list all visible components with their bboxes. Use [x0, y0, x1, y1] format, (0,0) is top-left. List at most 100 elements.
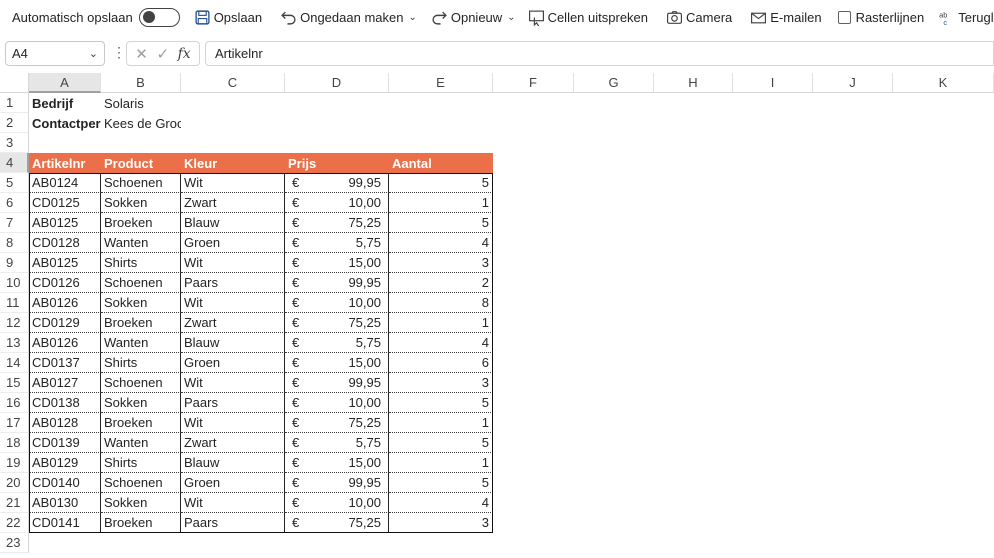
table-cell-prijs[interactable]: €15,00 [285, 453, 389, 473]
chevron-down-icon[interactable]: ⌄ [507, 12, 515, 23]
table-cell-artikelnr[interactable]: CD0128 [29, 233, 101, 253]
table-cell-product[interactable]: Schoenen [101, 273, 181, 293]
more-options-icon[interactable]: ⋮ [112, 44, 126, 61]
table-cell-artikelnr[interactable]: CD0138 [29, 393, 101, 413]
row-header[interactable]: 8 [0, 233, 29, 253]
table-cell-prijs[interactable]: €75,25 [285, 513, 389, 533]
table-cell-prijs[interactable]: €99,95 [285, 173, 389, 193]
table-cell-product[interactable]: Schoenen [101, 373, 181, 393]
row-header[interactable]: 11 [0, 293, 29, 313]
table-cell-aantal[interactable]: 5 [389, 393, 493, 413]
table-cell-kleur[interactable]: Zwart [181, 313, 285, 333]
table-header-cell[interactable]: Prijs [285, 153, 389, 173]
redo-button[interactable]: Opnieuw ⌄ [427, 4, 520, 30]
table-cell-artikelnr[interactable]: CD0140 [29, 473, 101, 493]
table-cell-kleur[interactable]: Groen [181, 233, 285, 253]
row-header[interactable]: 2 [0, 113, 29, 133]
column-header[interactable]: C [181, 73, 285, 93]
table-cell-kleur[interactable]: Paars [181, 273, 285, 293]
column-header[interactable]: J [813, 73, 893, 93]
autosave-control[interactable]: Automatisch opslaan [8, 4, 184, 30]
table-header-cell[interactable]: Artikelnr [29, 153, 101, 173]
table-cell-aantal[interactable]: 8 [389, 293, 493, 313]
gridlines-toggle[interactable]: Rasterlijnen [834, 4, 929, 30]
table-cell-product[interactable]: Sokken [101, 493, 181, 513]
table-cell-prijs[interactable]: €10,00 [285, 193, 389, 213]
table-cell-prijs[interactable]: €99,95 [285, 373, 389, 393]
name-box[interactable]: A4 ⌄ [5, 41, 105, 66]
table-cell-kleur[interactable]: Blauw [181, 333, 285, 353]
save-button[interactable]: Opslaan [190, 4, 266, 30]
column-header[interactable]: G [574, 73, 654, 93]
row-header[interactable]: 4 [0, 153, 29, 173]
table-cell-prijs[interactable]: €15,00 [285, 353, 389, 373]
table-cell-prijs[interactable]: €75,25 [285, 313, 389, 333]
cell-company-label[interactable]: Bedrijf [29, 93, 101, 113]
table-cell-aantal[interactable]: 4 [389, 333, 493, 353]
table-cell-kleur[interactable]: Blauw [181, 213, 285, 233]
table-cell-product[interactable]: Broeken [101, 213, 181, 233]
table-cell-artikelnr[interactable]: CD0137 [29, 353, 101, 373]
table-cell-product[interactable]: Broeken [101, 413, 181, 433]
table-cell-prijs[interactable]: €5,75 [285, 233, 389, 253]
cell-contact-value[interactable]: Kees de Groot [101, 113, 181, 133]
speak-cells-button[interactable]: Cellen uitspreken [524, 4, 652, 30]
camera-button[interactable]: Camera [662, 4, 736, 30]
table-header-cell[interactable]: Kleur [181, 153, 285, 173]
select-all-corner[interactable] [0, 73, 29, 93]
row-header[interactable]: 13 [0, 333, 29, 353]
table-cell-aantal[interactable]: 3 [389, 513, 493, 533]
table-cell-product[interactable]: Broeken [101, 313, 181, 333]
table-cell-product[interactable]: Schoenen [101, 173, 181, 193]
row-header[interactable]: 3 [0, 133, 29, 153]
table-cell-aantal[interactable]: 4 [389, 233, 493, 253]
formula-input[interactable]: Artikelnr [205, 41, 994, 66]
gridlines-checkbox[interactable] [837, 10, 851, 24]
table-cell-kleur[interactable]: Wit [181, 173, 285, 193]
row-header[interactable]: 7 [0, 213, 29, 233]
row-header[interactable]: 1 [0, 93, 29, 113]
autosave-toggle[interactable] [138, 7, 180, 27]
table-cell-prijs[interactable]: €10,00 [285, 493, 389, 513]
table-cell-artikelnr[interactable]: AB0129 [29, 453, 101, 473]
table-cell-aantal[interactable]: 5 [389, 213, 493, 233]
undo-button[interactable]: Ongedaan maken ⌄ [276, 4, 421, 30]
table-cell-artikelnr[interactable]: CD0129 [29, 313, 101, 333]
row-header[interactable]: 12 [0, 313, 29, 333]
table-cell-artikelnr[interactable]: AB0125 [29, 253, 101, 273]
row-header[interactable]: 15 [0, 373, 29, 393]
table-cell-prijs[interactable]: €5,75 [285, 333, 389, 353]
table-cell-prijs[interactable]: €5,75 [285, 433, 389, 453]
row-header[interactable]: 10 [0, 273, 29, 293]
table-cell-aantal[interactable]: 5 [389, 473, 493, 493]
lookup-button[interactable]: abc Terugloop [934, 4, 994, 30]
table-cell-product[interactable]: Shirts [101, 353, 181, 373]
insert-function-icon[interactable]: fx [178, 46, 191, 62]
table-cell-artikelnr[interactable]: AB0128 [29, 413, 101, 433]
confirm-icon[interactable]: ✓ [156, 45, 169, 63]
table-cell-aantal[interactable]: 5 [389, 173, 493, 193]
row-header[interactable]: 17 [0, 413, 29, 433]
table-cell-kleur[interactable]: Wit [181, 253, 285, 273]
row-header[interactable]: 5 [0, 173, 29, 193]
table-cell-product[interactable]: Sokken [101, 393, 181, 413]
table-cell-aantal[interactable]: 1 [389, 413, 493, 433]
table-cell-kleur[interactable]: Zwart [181, 193, 285, 213]
table-cell-product[interactable]: Sokken [101, 193, 181, 213]
table-cell-prijs[interactable]: €10,00 [285, 393, 389, 413]
table-cell-artikelnr[interactable]: CD0126 [29, 273, 101, 293]
table-cell-kleur[interactable]: Wit [181, 373, 285, 393]
table-cell-artikelnr[interactable]: AB0126 [29, 333, 101, 353]
table-cell-prijs[interactable]: €99,95 [285, 473, 389, 493]
table-cell-kleur[interactable]: Wit [181, 493, 285, 513]
table-cell-product[interactable]: Schoenen [101, 473, 181, 493]
table-cell-prijs[interactable]: €75,25 [285, 413, 389, 433]
table-cell-kleur[interactable]: Paars [181, 393, 285, 413]
row-header[interactable]: 6 [0, 193, 29, 213]
table-cell-aantal[interactable]: 1 [389, 193, 493, 213]
table-cell-artikelnr[interactable]: CD0139 [29, 433, 101, 453]
column-header[interactable]: A [29, 73, 101, 93]
row-header[interactable]: 9 [0, 253, 29, 273]
table-cell-aantal[interactable]: 4 [389, 493, 493, 513]
row-header[interactable]: 16 [0, 393, 29, 413]
